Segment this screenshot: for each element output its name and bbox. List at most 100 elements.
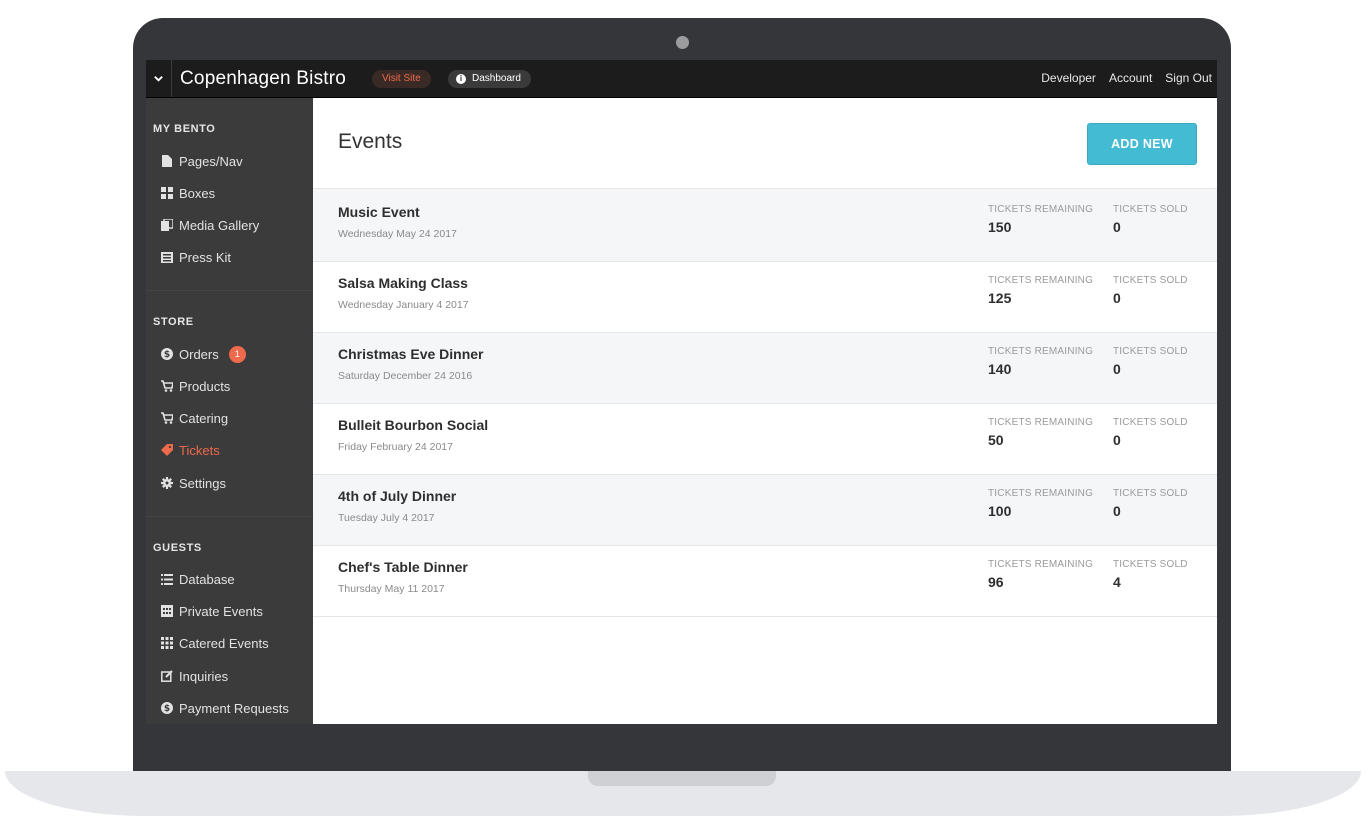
sidebar-item-label: Pages/Nav [179, 153, 243, 169]
list-item[interactable]: Music Event Wednesday May 24 2017 TICKET… [313, 191, 1217, 262]
orders-count-badge: 1 [228, 345, 246, 363]
tickets-sold-value: 0 [1113, 290, 1121, 306]
tickets-remaining: TICKETS REMAINING 50 [988, 417, 1093, 448]
gear-icon [161, 477, 173, 489]
tickets-remaining-value: 96 [988, 574, 1004, 590]
tickets-remaining-value: 50 [988, 432, 1004, 448]
tickets-remaining-label: TICKETS REMAINING [988, 417, 1094, 428]
sidebar-item-media-gallery[interactable]: Media Gallery [161, 215, 259, 235]
screen: Copenhagen Bistro Visit Site i Dashboard… [146, 60, 1217, 724]
sidebar-item-label: Catered Events [179, 635, 269, 651]
sidebar-item-label: Tickets [179, 442, 220, 458]
tickets-remaining-label: TICKETS REMAINING [988, 275, 1094, 286]
sidebar-item-label: Media Gallery [179, 217, 260, 233]
account-link[interactable]: Account [1109, 71, 1152, 85]
tickets-sold: TICKETS SOLD 0 [1113, 275, 1188, 306]
media-icon [161, 219, 173, 231]
event-date: Wednesday January 4 2017 [338, 299, 469, 311]
menu-toggle-button[interactable] [146, 60, 172, 97]
tickets-sold: TICKETS SOLD 0 [1113, 417, 1188, 448]
tickets-remaining-label: TICKETS REMAINING [988, 346, 1094, 357]
dashboard-icon: i [456, 74, 466, 84]
sidebar-item-private-events[interactable]: Private Events [161, 601, 263, 621]
dashboard-button[interactable]: i Dashboard [448, 70, 531, 88]
event-name: Chef's Table Dinner [338, 559, 468, 575]
list-item[interactable]: Chef's Table Dinner Thursday May 11 2017… [313, 546, 1217, 617]
chevron-down-icon [154, 76, 163, 82]
dollar-icon: $ [161, 348, 173, 360]
tickets-sold: TICKETS SOLD 0 [1113, 488, 1188, 519]
page-title: Events [338, 130, 403, 153]
camera-icon [676, 36, 689, 49]
sidebar-item-tickets[interactable]: Tickets [161, 440, 220, 460]
tickets-sold-label: TICKETS SOLD [1113, 559, 1188, 570]
tickets-remaining-label: TICKETS REMAINING [988, 559, 1094, 570]
tickets-sold-label: TICKETS SOLD [1113, 346, 1188, 357]
event-date: Wednesday May 24 2017 [338, 228, 457, 240]
sidebar-item-label: Inquiries [179, 668, 229, 684]
sidebar-item-products[interactable]: Products [161, 376, 230, 396]
developer-link[interactable]: Developer [1041, 71, 1096, 85]
list-item[interactable]: Bulleit Bourbon Social Friday February 2… [313, 404, 1217, 475]
event-date: Thursday May 11 2017 [338, 583, 445, 595]
sidebar-item-settings[interactable]: Settings [161, 473, 226, 493]
sidebar-item-label: Catering [179, 410, 229, 426]
tickets-remaining: TICKETS REMAINING 96 [988, 559, 1093, 590]
sidebar-item-label: Payment Requests [179, 700, 289, 716]
svg-text:$: $ [164, 704, 170, 714]
list-icon [161, 573, 173, 585]
section-title-store: STORE [153, 316, 194, 328]
dollar-icon: $ [161, 702, 173, 714]
sidebar-item-boxes[interactable]: Boxes [161, 183, 215, 203]
sidebar-item-payment-requests[interactable]: $ Payment Requests [161, 698, 289, 718]
event-name: Salsa Making Class [338, 275, 468, 291]
sidebar-item-label: Database [179, 571, 235, 587]
tickets-remaining: TICKETS REMAINING 150 [988, 204, 1093, 235]
event-date: Friday February 24 2017 [338, 441, 453, 453]
calendar-icon [161, 605, 173, 617]
tickets-sold-label: TICKETS SOLD [1113, 417, 1188, 428]
sidebar-item-label: Settings [179, 475, 226, 491]
section-title-guests: GUESTS [153, 542, 202, 554]
event-name: Bulleit Bourbon Social [338, 417, 489, 433]
sidebar-item-pages-nav[interactable]: Pages/Nav [161, 151, 243, 171]
events-list: Music Event Wednesday May 24 2017 TICKET… [313, 191, 1217, 617]
event-date: Saturday December 24 2016 [338, 370, 473, 382]
svg-text:$: $ [164, 350, 170, 360]
main-content: Events ADD NEW Music Event Wednesday May… [313, 98, 1217, 724]
sidebar-item-label: Private Events [179, 603, 263, 619]
list-item[interactable]: Salsa Making Class Wednesday January 4 2… [313, 262, 1217, 333]
tickets-sold-label: TICKETS SOLD [1113, 275, 1188, 286]
sidebar-item-label: Boxes [179, 185, 216, 201]
list-item[interactable]: Christmas Eve Dinner Saturday December 2… [313, 333, 1217, 404]
edit-icon [161, 670, 173, 682]
dashboard-label: Dashboard [472, 73, 521, 84]
top-bar: Copenhagen Bistro Visit Site i Dashboard… [146, 60, 1217, 98]
tickets-sold-value: 4 [1113, 574, 1121, 590]
sidebar-item-orders[interactable]: $ Orders 1 [161, 344, 246, 364]
sidebar-item-database[interactable]: Database [161, 569, 235, 589]
sidebar-item-catering[interactable]: Catering [161, 408, 228, 428]
tickets-sold-value: 0 [1113, 432, 1121, 448]
tickets-remaining: TICKETS REMAINING 140 [988, 346, 1093, 377]
add-new-button[interactable]: ADD NEW [1087, 123, 1197, 165]
tickets-sold-label: TICKETS SOLD [1113, 488, 1188, 499]
tickets-remaining: TICKETS REMAINING 100 [988, 488, 1093, 519]
sidebar-item-press-kit[interactable]: Press Kit [161, 247, 231, 267]
cart-icon [161, 412, 173, 424]
sidebar-item-label: Orders [179, 346, 219, 362]
tickets-sold-value: 0 [1113, 219, 1121, 235]
tickets-remaining-label: TICKETS REMAINING [988, 488, 1094, 499]
event-date: Tuesday July 4 2017 [338, 512, 435, 524]
list-item[interactable]: 4th of July Dinner Tuesday July 4 2017 T… [313, 475, 1217, 546]
sidebar-item-catered-events[interactable]: Catered Events [161, 633, 269, 653]
sidebar-item-label: Products [179, 378, 231, 394]
sidebar-item-inquiries[interactable]: Inquiries [161, 666, 228, 686]
sign-out-link[interactable]: Sign Out [1165, 71, 1212, 85]
cart-icon [161, 380, 173, 392]
tickets-sold: TICKETS SOLD 4 [1113, 559, 1188, 590]
tickets-sold-label: TICKETS SOLD [1113, 204, 1188, 215]
visit-site-button[interactable]: Visit Site [372, 70, 431, 88]
event-name: Music Event [338, 204, 420, 220]
grid-icon [161, 637, 173, 649]
